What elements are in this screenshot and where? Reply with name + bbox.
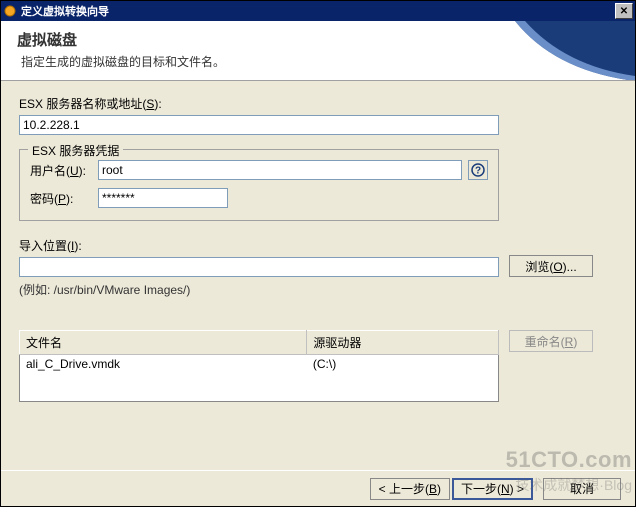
- window-title: 定义虚拟转换向导: [21, 3, 615, 19]
- username-label: 用户名(U):: [30, 162, 98, 179]
- help-button[interactable]: ?: [468, 160, 488, 180]
- col-source-drive[interactable]: 源驱动器: [307, 331, 499, 355]
- close-button[interactable]: ✕: [615, 3, 633, 19]
- import-location-row: 导入位置(I): 浏览(O)...: [19, 237, 617, 277]
- next-button[interactable]: 下一步(N) >: [452, 478, 533, 500]
- disk-table: 文件名 源驱动器 ali_C_Drive.vmdk (C:\): [19, 330, 499, 402]
- svg-text:?: ?: [475, 166, 481, 177]
- cell-filename: ali_C_Drive.vmdk: [20, 355, 307, 374]
- import-location-input[interactable]: [19, 257, 499, 277]
- wizard-body: ESX 服务器名称或地址(S): ESX 服务器凭据 用户名(U): ? 密码(…: [1, 81, 635, 470]
- header-decoration: [515, 21, 635, 81]
- username-input[interactable]: [98, 160, 462, 180]
- wizard-header: 虚拟磁盘 指定生成的虚拟磁盘的目标和文件名。: [1, 21, 635, 81]
- question-icon: ?: [471, 163, 485, 177]
- col-filename[interactable]: 文件名: [20, 331, 307, 355]
- password-input[interactable]: [98, 188, 228, 208]
- cancel-button[interactable]: 取消: [543, 478, 621, 500]
- table-row[interactable]: ali_C_Drive.vmdk (C:\): [20, 355, 499, 374]
- back-button[interactable]: < 上一步(B): [370, 478, 450, 500]
- wizard-window: 定义虚拟转换向导 ✕ 虚拟磁盘 指定生成的虚拟磁盘的目标和文件名。 ESX 服务…: [0, 0, 636, 507]
- wizard-footer: < 上一步(B) 下一步(N) > 取消: [1, 470, 635, 506]
- import-location-label: 导入位置(I):: [19, 237, 499, 254]
- app-icon: [3, 4, 17, 18]
- rename-button: 重命名(R): [509, 330, 593, 352]
- esx-server-section: ESX 服务器名称或地址(S):: [19, 95, 617, 135]
- cell-drive: (C:\): [307, 355, 499, 374]
- esx-credentials-legend: ESX 服务器凭据: [28, 142, 123, 159]
- password-label: 密码(P):: [30, 190, 98, 207]
- disk-table-section: 文件名 源驱动器 ali_C_Drive.vmdk (C:\) 重命名(R): [19, 330, 617, 402]
- browse-button[interactable]: 浏览(O)...: [509, 255, 593, 277]
- import-location-hint: (例如: /usr/bin/VMware Images/): [19, 281, 617, 298]
- esx-server-label: ESX 服务器名称或地址(S):: [19, 95, 617, 112]
- esx-server-input[interactable]: [19, 115, 499, 135]
- esx-credentials-group: ESX 服务器凭据 用户名(U): ? 密码(P):: [19, 149, 499, 221]
- titlebar: 定义虚拟转换向导 ✕: [1, 1, 635, 21]
